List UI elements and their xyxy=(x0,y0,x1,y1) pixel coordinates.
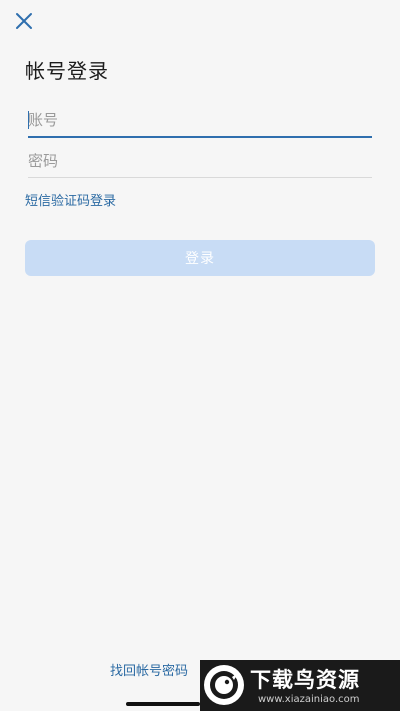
recover-account-link[interactable]: 找回帐号密码 xyxy=(110,660,188,679)
account-input[interactable] xyxy=(28,104,372,136)
text-cursor xyxy=(28,111,29,129)
close-button[interactable] xyxy=(14,11,34,31)
watermark-banner: 下载鸟资源 www.xiazainiao.com xyxy=(200,660,400,711)
home-indicator[interactable] xyxy=(126,702,200,706)
account-field[interactable] xyxy=(28,104,372,138)
sms-login-link[interactable]: 短信验证码登录 xyxy=(25,190,116,209)
watermark-title: 下载鸟资源 xyxy=(250,668,360,692)
close-icon xyxy=(16,13,32,29)
page-title: 帐号登录 xyxy=(25,59,109,83)
bird-logo-icon xyxy=(204,665,244,705)
login-page: 帐号登录 短信验证码登录 登录 找回帐号密码 下载鸟资源 www.xiazain… xyxy=(0,0,400,711)
login-button[interactable]: 登录 xyxy=(25,240,375,276)
password-field[interactable] xyxy=(28,145,372,178)
watermark-url: www.xiazainiao.com xyxy=(258,694,360,705)
password-input[interactable] xyxy=(28,145,372,177)
